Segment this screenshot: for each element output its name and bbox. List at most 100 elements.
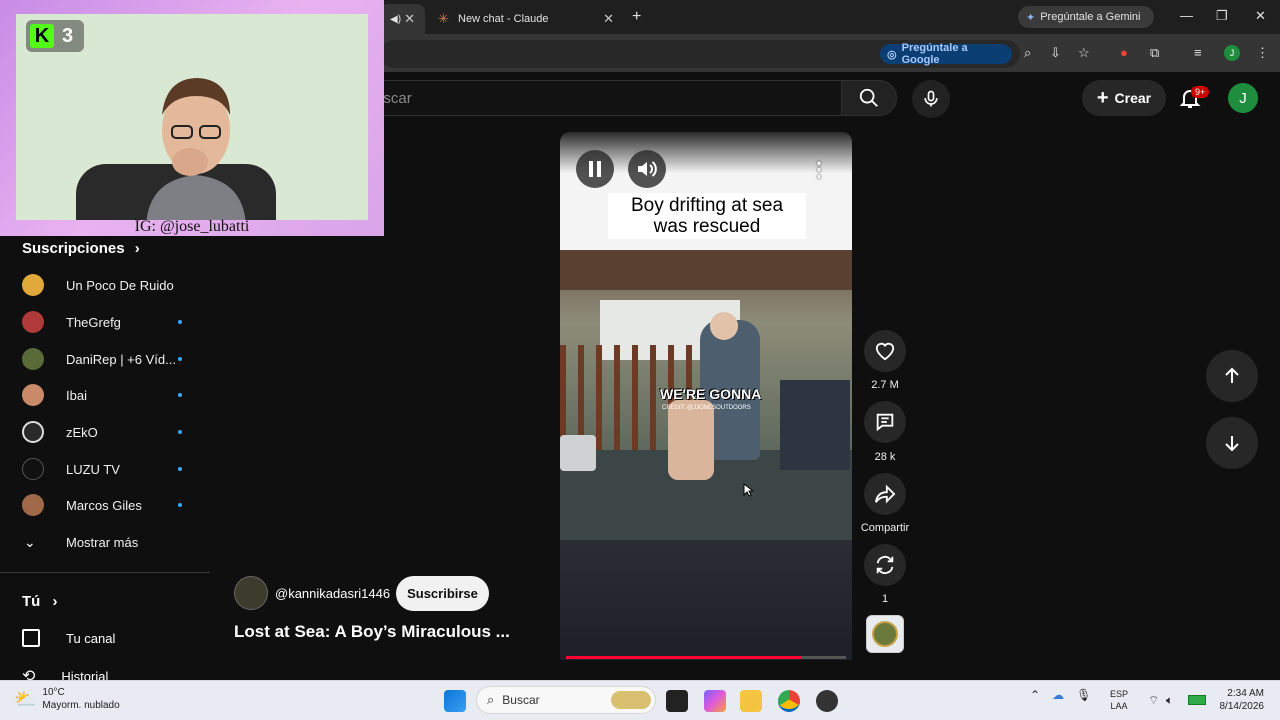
- subscription-item[interactable]: Un Poco De Ruido: [0, 267, 210, 303]
- media-controls-icon[interactable]: ≡: [1194, 45, 1202, 60]
- gemini-button[interactable]: ✦ Pregúntale a Gemini: [1018, 6, 1154, 28]
- new-tab-button[interactable]: +: [632, 8, 641, 26]
- subscriptions-heading[interactable]: Suscripciones ›: [22, 240, 140, 257]
- bookmark-star-icon[interactable]: ☆: [1078, 45, 1090, 61]
- maximize-button[interactable]: ❐: [1216, 8, 1228, 24]
- boy-figure: [668, 400, 714, 480]
- porch-chairs: [780, 380, 850, 470]
- file-explorer-icon[interactable]: [740, 690, 762, 712]
- tray-app-icon: ☁: [1052, 688, 1065, 702]
- video-title[interactable]: Lost at Sea: A Boy’s Miraculous ...: [234, 622, 510, 642]
- extension-record-icon[interactable]: ●: [1120, 45, 1128, 60]
- sound-channel-thumbnail[interactable]: [866, 615, 904, 653]
- system-tray[interactable]: ⌃ ☁ 🎙︎: [1030, 688, 1091, 702]
- language-indicator[interactable]: ESP LAA: [1110, 688, 1128, 712]
- channel-avatar: [22, 421, 44, 443]
- subscription-item[interactable]: TheGrefg: [0, 304, 210, 340]
- system-clock[interactable]: 2:34 AM 8/14/2026: [1210, 687, 1265, 713]
- channel-name[interactable]: @kannikadasri1446: [275, 586, 390, 601]
- chrome-icon[interactable]: [778, 690, 800, 712]
- install-app-icon[interactable]: ⇩: [1050, 45, 1061, 61]
- video-bottom-area: [560, 540, 852, 660]
- gemini-label: Pregúntale a Gemini: [1040, 11, 1141, 23]
- account-avatar[interactable]: J: [1228, 83, 1258, 113]
- channel-avatar: [22, 348, 44, 370]
- tab-claude[interactable]: ✳ New chat - Claude ✕: [428, 4, 624, 34]
- tab-close-icon[interactable]: ✕: [603, 11, 614, 27]
- subscribe-button[interactable]: Suscribirse: [396, 576, 489, 611]
- video-subtitle: WE'RE GONNA: [660, 386, 762, 402]
- pause-icon: [589, 161, 601, 177]
- search-input[interactable]: Buscar: [365, 80, 841, 116]
- new-content-dot: [178, 357, 182, 361]
- volume-button[interactable]: [628, 150, 666, 188]
- voice-search-button[interactable]: [912, 80, 950, 118]
- kick-badge: K 3: [26, 20, 84, 52]
- tab-close-icon[interactable]: ✕: [404, 11, 415, 27]
- create-label: Crear: [1114, 90, 1152, 106]
- zoom-icon[interactable]: ⌕: [1024, 45, 1031, 61]
- channel-avatar: [22, 494, 44, 516]
- comments-button[interactable]: [864, 401, 906, 443]
- new-content-dot: [178, 320, 182, 324]
- microphone-icon: 🎙︎: [1076, 688, 1092, 702]
- tab-current[interactable]: ◀) ✕: [380, 4, 425, 34]
- close-window-button[interactable]: ✕: [1255, 8, 1266, 24]
- copilot-icon[interactable]: [704, 690, 726, 712]
- gemini-icon: ✦: [1026, 11, 1036, 24]
- subscription-item[interactable]: LUZU TV: [0, 451, 210, 487]
- taskbar-search[interactable]: ⌕ Buscar: [476, 686, 656, 714]
- kick-logo-icon: K: [30, 24, 54, 48]
- previous-short-button[interactable]: [1206, 350, 1258, 402]
- subscription-item[interactable]: DaniRep | +6 Víd...: [0, 341, 210, 377]
- remix-button[interactable]: [864, 544, 906, 586]
- microphone-icon: [924, 90, 938, 107]
- channel-avatar: [22, 458, 44, 480]
- minimize-button[interactable]: —: [1180, 8, 1193, 23]
- speaker-icon[interactable]: 🔈︎: [1166, 693, 1173, 708]
- share-icon: [875, 484, 896, 504]
- create-button[interactable]: + Crear: [1082, 80, 1166, 116]
- share-button[interactable]: [864, 473, 906, 515]
- task-view-icon[interactable]: [666, 690, 688, 712]
- windows-start-icon[interactable]: [444, 690, 466, 712]
- progress-fill: [566, 656, 802, 659]
- video-caption: Boy drifting at sea was rescued: [608, 193, 806, 239]
- comment-count: 28 k: [874, 451, 896, 463]
- chrome-profile-avatar[interactable]: J: [1224, 45, 1240, 61]
- subscription-item[interactable]: zEkO: [0, 414, 210, 450]
- channel-avatar[interactable]: [234, 576, 268, 610]
- tab-title: New chat - Claude: [458, 13, 549, 25]
- new-content-dot: [178, 503, 182, 507]
- remix-count: 1: [881, 593, 889, 605]
- ask-google-button[interactable]: ◎ Pregúntale a Google: [880, 42, 1012, 66]
- volume-icon: [638, 161, 657, 177]
- weather-widget[interactable]: ⛅ 10°C Mayorm. nublado: [14, 686, 120, 712]
- streamer-figure: [146, 78, 246, 220]
- like-button[interactable]: [864, 330, 906, 372]
- battery-icon[interactable]: [1188, 695, 1206, 705]
- more-options-icon[interactable]: ⋮: [802, 150, 836, 188]
- sidebar-divider: [0, 572, 210, 573]
- app-icon[interactable]: [816, 690, 838, 712]
- pause-button[interactable]: [576, 150, 614, 188]
- subscription-item[interactable]: Ibai: [0, 377, 210, 413]
- search-button[interactable]: [841, 80, 897, 116]
- video-credit: CREDIT: @JJONESOUTDOORS: [662, 405, 751, 411]
- cloud-sun-icon: ⛅: [14, 688, 37, 709]
- comment-icon: [876, 413, 894, 432]
- you-section-heading[interactable]: Tú ›: [22, 593, 58, 610]
- channel-icon: [22, 629, 40, 647]
- your-channel-item[interactable]: Tu canal: [22, 629, 115, 647]
- arrow-up-icon: [1225, 367, 1239, 383]
- show-more-button[interactable]: ⌄ Mostrar más: [0, 524, 210, 560]
- wifi-icon[interactable]: ⌔: [1148, 693, 1159, 708]
- arrow-down-icon: [1225, 436, 1239, 452]
- next-short-button[interactable]: [1206, 417, 1258, 469]
- subscription-item[interactable]: Marcos Giles: [0, 487, 210, 523]
- man-head: [710, 312, 738, 340]
- like-count: 2.7 M: [871, 379, 899, 391]
- chrome-menu-icon[interactable]: ⋮: [1256, 45, 1269, 61]
- webcam-overlay: K 3 IG: @jose_lubatti: [0, 0, 384, 236]
- extensions-icon[interactable]: ⧉: [1150, 45, 1159, 61]
